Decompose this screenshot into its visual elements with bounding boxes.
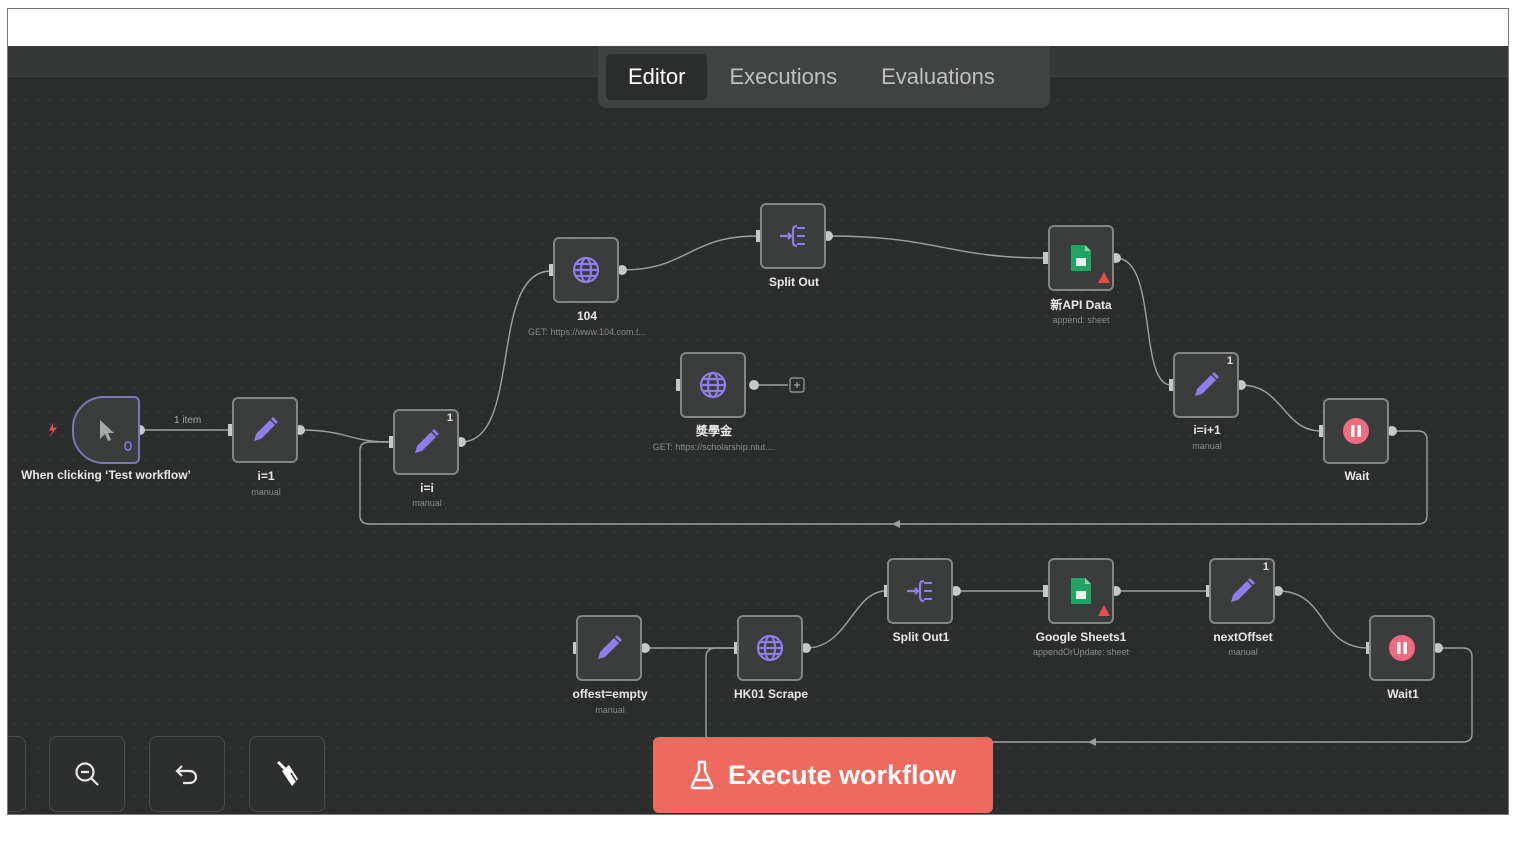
trigger-bolt-icon [49, 423, 57, 437]
sheets-icon [1069, 243, 1093, 273]
pencil-icon [249, 414, 281, 446]
node-wait1[interactable] [1369, 615, 1435, 681]
run-count-badge: 1 [446, 412, 453, 424]
node-subtitle: manual [595, 705, 625, 715]
pencil-icon [410, 426, 442, 458]
node-google-sheets1[interactable] [1048, 558, 1114, 624]
fit-view-button[interactable] [8, 736, 26, 812]
direction-arrow [892, 520, 900, 528]
split-icon [777, 220, 809, 252]
broom-icon [272, 759, 302, 789]
node-offest-empty[interactable] [576, 615, 642, 681]
node-subtitle: append: sheet [1052, 315, 1110, 325]
app-window: Editor Executions Evaluations 1 item Whe… [7, 8, 1509, 815]
node-label: 新API Data [1050, 298, 1112, 312]
pencil-icon [1190, 369, 1222, 401]
undo-icon [173, 760, 201, 788]
globe-icon [754, 632, 786, 664]
zoom-out-button[interactable] [49, 736, 125, 812]
execute-workflow-button[interactable]: Execute workflow [653, 737, 993, 813]
node-split-out1[interactable] [887, 558, 953, 624]
node-label: 104 [576, 309, 598, 323]
node-split-out[interactable] [760, 203, 826, 269]
node-next-offset[interactable]: 1 [1209, 558, 1275, 624]
mouse-small-icon [124, 438, 132, 456]
connection [621, 235, 759, 271]
node-104[interactable] [553, 237, 619, 303]
node-label: i=i+1 [1193, 423, 1221, 437]
flask-icon [690, 760, 714, 790]
cursor-icon [93, 417, 119, 443]
connection [827, 235, 1046, 259]
node-label: i=i [420, 481, 434, 495]
sheets-icon [1069, 576, 1093, 606]
node-i-plus-1[interactable]: 1 [1173, 352, 1239, 418]
node-scholarship[interactable] [680, 352, 746, 418]
clear-execution-button[interactable] [249, 736, 325, 812]
node-subtitle: manual [251, 487, 281, 497]
run-count-badge: 1 [1226, 355, 1233, 367]
pencil-icon [593, 632, 625, 664]
node-label: HK01 Scrape [733, 687, 809, 701]
pause-icon [1341, 416, 1371, 446]
node-wait[interactable] [1323, 398, 1389, 464]
node-label: Wait [1344, 469, 1370, 483]
run-count-badge: 1 [1262, 561, 1269, 573]
node-label: When clicking ‘Test workflow’ [21, 468, 191, 482]
node-subtitle: GET: https://scholarship.ntut.... [652, 442, 776, 452]
node-i-eq-1[interactable] [232, 397, 298, 463]
node-subtitle: GET: https://www.104.com.t... [527, 327, 647, 337]
workflow-canvas[interactable]: Editor Executions Evaluations 1 item Whe… [8, 46, 1508, 814]
node-label: Split Out [769, 275, 819, 289]
node-label: offest=empty [572, 687, 648, 701]
connection [460, 270, 552, 443]
connection-item-count: 1 item [174, 415, 202, 426]
plus-icon [794, 382, 800, 388]
node-subtitle: manual [1192, 441, 1222, 451]
node-manual-trigger[interactable] [72, 396, 140, 464]
node-label: Wait1 [1387, 687, 1419, 701]
undo-button[interactable] [149, 736, 225, 812]
node-label: i=1 [257, 469, 275, 483]
pencil-icon [1226, 575, 1258, 607]
node-i-eq-i[interactable]: 1 [393, 409, 459, 475]
execute-workflow-label: Execute workflow [727, 759, 957, 790]
split-icon [904, 575, 936, 607]
node-label: nextOffset [1213, 630, 1273, 644]
output-handle [749, 380, 759, 390]
warning-icon [1098, 270, 1110, 288]
node-subtitle: manual [1228, 647, 1258, 657]
direction-arrow [1088, 738, 1096, 746]
warning-icon [1098, 603, 1110, 621]
node-new-api-data[interactable] [1048, 225, 1114, 291]
node-label: 獎學金 [695, 424, 732, 438]
globe-icon [570, 254, 602, 286]
node-label: Google Sheets1 [1035, 630, 1127, 644]
globe-icon [697, 369, 729, 401]
node-hk01-scrape[interactable] [737, 615, 803, 681]
node-label: Split Out1 [892, 630, 950, 644]
connection [299, 429, 392, 443]
pause-icon [1387, 633, 1417, 663]
node-subtitle: manual [412, 498, 442, 508]
zoom-out-icon [73, 760, 101, 788]
